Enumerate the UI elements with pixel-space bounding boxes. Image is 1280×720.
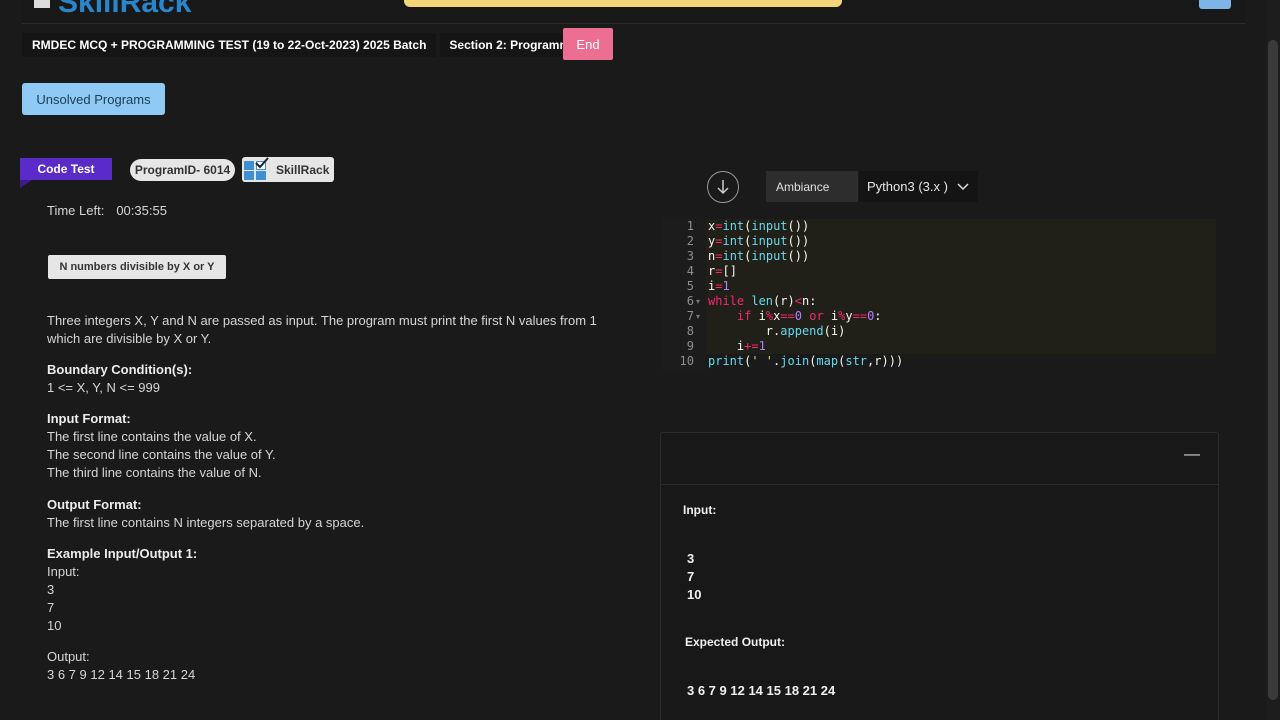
skillrack-badge: SkillRack [242, 156, 334, 182]
boundary-text: 1 <= X, Y, N <= 999 [47, 380, 161, 395]
code-line[interactable]: i=1 [708, 279, 730, 294]
problem-description-2: which are divisible by X or Y. [47, 331, 212, 346]
output-input-value: 3 [687, 551, 695, 566]
line-number: 5 [686, 279, 694, 293]
code-line[interactable]: if i%x==0 or i%y==0: [708, 309, 882, 324]
problem-description-1: Three integers X, Y and N are passed as … [47, 313, 597, 328]
code-test-tag-tail [20, 180, 32, 188]
logo-text: SkillRack [58, 0, 192, 19]
output-panel [660, 432, 1219, 720]
line-number: 1 [686, 219, 694, 233]
scroll-down-button[interactable] [707, 171, 739, 203]
output-input-label: Input: [683, 503, 717, 517]
input-format-heading: Input Format: [47, 411, 131, 426]
example-output-value: 3 6 7 9 12 14 15 18 21 24 [47, 667, 196, 682]
example-input-value: 10 [47, 618, 62, 633]
code-line[interactable]: while len(r)<n: [708, 294, 816, 309]
time-left-value: 00:35:55 [116, 203, 167, 218]
code-test-tag: Code Test [20, 158, 112, 180]
line-number: 6 [686, 294, 694, 308]
test-name: RMDEC MCQ + PROGRAMMING TEST (19 to 22-O… [22, 33, 437, 57]
example-input-value: 7 [47, 600, 55, 615]
fold-arrow-icon[interactable]: ▾ [696, 297, 700, 306]
title-row: RMDEC MCQ + PROGRAMMING TEST (19 to 22-O… [22, 33, 598, 57]
line-number: 10 [679, 354, 694, 368]
code-line[interactable]: r.append(i) [708, 324, 846, 339]
problem-title: N numbers divisible by X or Y [48, 255, 226, 279]
line-number: 7 [686, 309, 694, 323]
arrow-down-icon [717, 180, 729, 195]
language-select[interactable]: Python3 (3.x ) [859, 171, 978, 202]
example-output-label: Output: [47, 649, 90, 664]
input-format-line: The third line contains the value of N. [47, 465, 262, 480]
expected-output-value: 3 6 7 9 12 14 15 18 21 24 [687, 683, 836, 698]
skillrack-check-icon [244, 156, 270, 181]
program-id-badge: ProgramID- 6014 [130, 159, 235, 181]
boundary-heading: Boundary Condition(s): [47, 362, 193, 377]
code-line[interactable]: n=int(input()) [708, 249, 809, 264]
skillrack-label: SkillRack [276, 162, 330, 177]
input-format-line: The second line contains the value of Y. [47, 447, 276, 462]
ambiance-button[interactable]: Ambiance [766, 171, 858, 202]
chevron-down-icon [957, 180, 969, 194]
example-input-label: Input: [47, 564, 80, 579]
skillrack-logo-icon [34, 0, 50, 8]
line-number: 3 [686, 249, 694, 263]
output-panel-divider [660, 484, 1219, 485]
language-value: Python3 (3.x ) [867, 179, 948, 194]
code-line[interactable]: r=[] [708, 264, 737, 279]
expected-output-label: Expected Output: [685, 635, 786, 649]
code-line[interactable]: x=int(input()) [708, 219, 809, 234]
code-line[interactable]: i+=1 [708, 339, 766, 354]
output-format-heading: Output Format: [47, 497, 142, 512]
line-number: 4 [686, 264, 694, 278]
time-left: Time Left: 00:35:55 [47, 203, 167, 218]
time-left-label: Time Left: [47, 203, 105, 218]
line-number: 9 [686, 339, 694, 353]
notification-bar [404, 0, 842, 7]
line-number: 8 [686, 324, 694, 338]
output-input-value: 10 [687, 587, 702, 602]
example-heading: Example Input/Output 1: [47, 546, 198, 561]
input-format-line: The first line contains the value of X. [47, 429, 257, 444]
minimize-icon[interactable]: — [1184, 446, 1200, 464]
output-format-line: The first line contains N integers separ… [47, 515, 365, 530]
unsolved-programs-button[interactable]: Unsolved Programs [22, 83, 165, 115]
code-line[interactable]: y=int(input()) [708, 234, 809, 249]
line-number: 2 [686, 234, 694, 248]
example-input-value: 3 [47, 582, 55, 597]
fold-arrow-icon[interactable]: ▾ [696, 312, 700, 321]
page-scrollbar-thumb[interactable] [1268, 40, 1278, 700]
end-button[interactable]: End [563, 28, 613, 60]
top-right-button[interactable] [1199, 0, 1231, 9]
code-line[interactable]: print(' '.join(map(str,r))) [708, 354, 903, 369]
output-input-value: 7 [687, 569, 695, 584]
